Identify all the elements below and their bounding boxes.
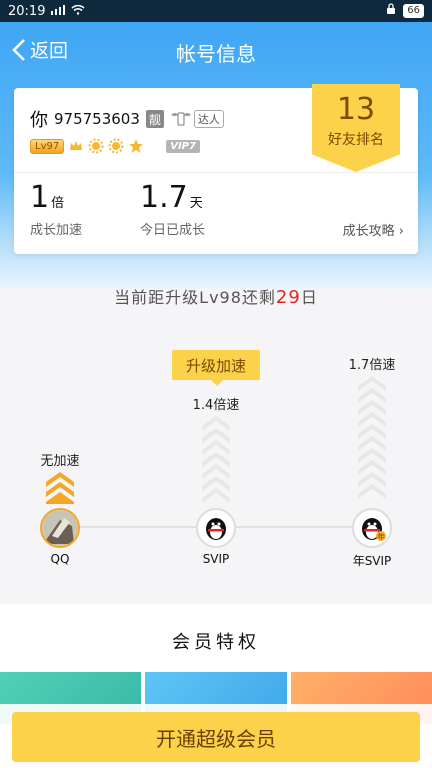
stat-unit: 天: [189, 196, 203, 211]
name-row: 你 975753603 靓 达人: [30, 106, 224, 132]
annual-svip-speed-label: 1.7倍速: [348, 358, 396, 373]
profile-uid[interactable]: 975753603: [54, 110, 140, 128]
rank-label: 好友排名: [328, 132, 384, 148]
crown-icon[interactable]: [68, 138, 84, 154]
qq-penguin-annual-icon: 年: [362, 518, 386, 541]
stat-value: 1: [30, 180, 50, 215]
liang-badge[interactable]: 靓: [145, 110, 164, 128]
chevron-stack-icon: [46, 472, 74, 504]
svip-speed-label: 1.4倍速: [192, 398, 240, 413]
speed-comparison: 升级加速 无加速 1.4倍速 1.7倍速 QQ SVIP 年 年SVIP: [0, 330, 432, 590]
status-time: 20:19: [8, 3, 46, 19]
chevron-right-icon: ›: [398, 224, 404, 239]
battery-indicator: 66: [403, 4, 424, 18]
signal-icon: [51, 4, 66, 19]
countdown-days: 29: [275, 287, 301, 308]
countdown-suffix: 日: [300, 288, 318, 307]
growth-guide-label: 成长攻略: [342, 224, 395, 239]
upgrade-speed-tag[interactable]: 升级加速: [172, 350, 260, 386]
stat-growth-speed: 1倍 成长加速: [30, 180, 82, 238]
stat-today-growth: 1.7 天 今日已成长: [140, 180, 205, 238]
lock-icon: [385, 3, 397, 19]
upgrade-countdown: 当前距升级Lv98还剩29日: [0, 284, 432, 308]
sun-icon[interactable]: [108, 138, 124, 154]
countdown-prefix: 当前距升级Lv98还剩: [114, 288, 276, 307]
growth-guide-link[interactable]: 成长攻略 ›: [343, 220, 404, 239]
annual-svip-node[interactable]: 年: [352, 508, 392, 548]
qq-speed-label: 无加速: [40, 454, 80, 469]
page-title: 帐号信息: [176, 42, 256, 66]
winged-phone-icon: [170, 112, 191, 126]
cta-bar: 开通超级会员: [0, 704, 432, 768]
status-bar: 20:19 66: [0, 0, 432, 22]
chevron-stack-icon: [358, 376, 386, 499]
badge-row: Lv97 VIP7: [30, 138, 200, 154]
star-icon[interactable]: [128, 138, 144, 154]
daren-badge[interactable]: 达人: [170, 109, 224, 129]
open-svip-button[interactable]: 开通超级会员: [12, 712, 420, 762]
stat-label: 今日已成长: [140, 223, 206, 238]
svip-node[interactable]: [196, 508, 236, 548]
qq-penguin-icon: [206, 518, 226, 540]
stat-label: 成长加速: [30, 223, 83, 238]
svip-node-label: SVIP: [202, 552, 230, 566]
rank-number: 13: [336, 92, 376, 127]
qq-node-label: QQ: [50, 552, 70, 566]
wifi-icon: [71, 4, 85, 19]
nav-bar: 返回 帐号信息: [0, 22, 432, 82]
friend-rank-badge[interactable]: 13 好友排名: [312, 84, 400, 172]
chevron-stack-icon: [202, 416, 230, 503]
daren-label: 达人: [193, 110, 224, 128]
avatar: [42, 510, 78, 546]
svg-text:年: 年: [378, 532, 385, 541]
card-divider: [14, 172, 418, 173]
qq-avatar-node[interactable]: [40, 508, 80, 548]
stat-value: 1.7: [140, 180, 188, 215]
stat-unit: 倍: [51, 196, 65, 211]
profile-name: 你: [30, 110, 48, 131]
vip-badge[interactable]: VIP7: [166, 139, 200, 153]
privileges-title: 会员特权: [172, 632, 260, 653]
sun-icon[interactable]: [88, 138, 104, 154]
level-badge[interactable]: Lv97: [30, 138, 65, 154]
annual-svip-node-label: 年SVIP: [352, 554, 392, 568]
